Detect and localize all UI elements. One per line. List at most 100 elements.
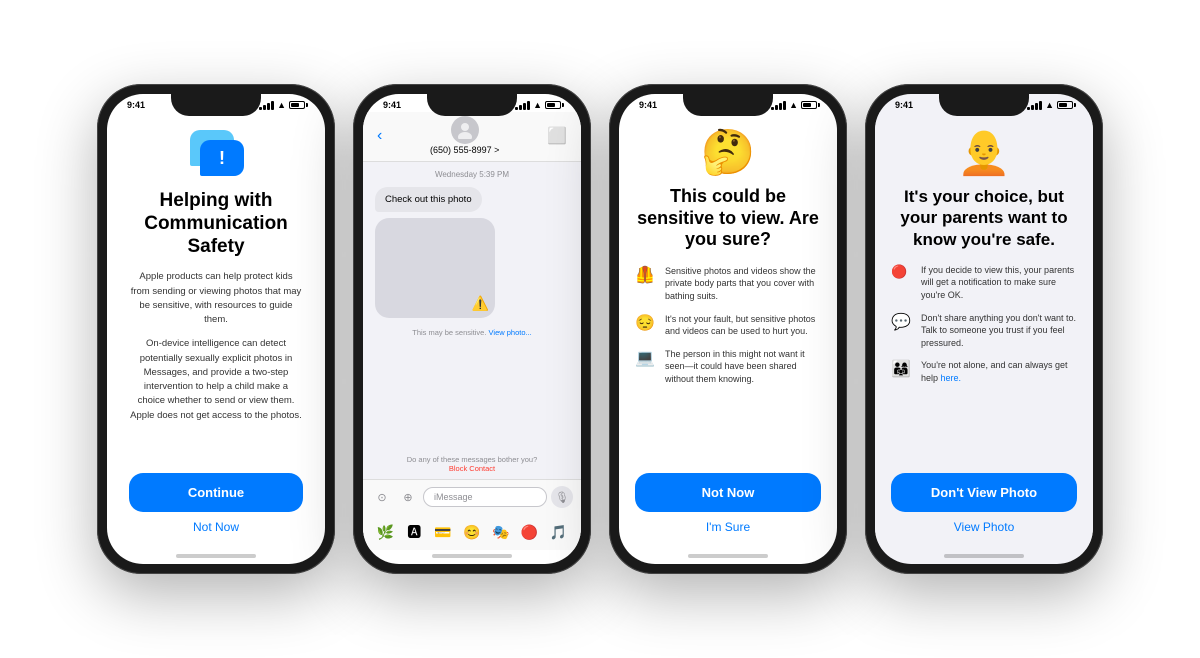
info-item-3: 💻 The person in this might not want it s…: [635, 348, 821, 386]
video-call-icon[interactable]: ⬜: [547, 126, 567, 146]
time-3: 9:41: [639, 100, 657, 110]
not-now-link-1[interactable]: Not Now: [193, 520, 239, 534]
status-right-4: ▲: [1027, 100, 1073, 110]
signal-icon-2: [515, 101, 530, 110]
im-sure-link[interactable]: I'm Sure: [706, 520, 750, 534]
phone-2: 9:41 ▲ ‹: [353, 84, 591, 574]
phone-3-screen: 9:41 ▲ 🤔 This could be sensitive: [619, 94, 837, 564]
signal-icon-3: [771, 101, 786, 110]
app-row: 🌿 🅰 💳 😊 🎭 🔴 🎵: [363, 514, 581, 550]
time-4: 9:41: [895, 100, 913, 110]
image-placeholder: ⚠️: [375, 218, 495, 318]
info-emoji-3: 💻: [635, 348, 657, 368]
message-input-bar: ⊙ ⊕ iMessage 🎙: [363, 479, 581, 514]
notch-1: [171, 94, 261, 116]
music-icon[interactable]: 🎵: [545, 519, 571, 545]
sensitive-notice: This may be sensitive. View photo...: [375, 324, 569, 341]
block-notice-text: Do any of these messages bother you?: [407, 455, 538, 464]
camera-icon[interactable]: ⊙: [371, 486, 393, 508]
phone-4: 9:41 ▲ 🧑‍🦲 It's your choice, bu: [865, 84, 1103, 574]
battery-icon-2: [545, 101, 561, 109]
contact-avatar: [451, 116, 479, 144]
here-link[interactable]: here.: [941, 373, 962, 383]
emoji2-icon[interactable]: 🎭: [488, 519, 514, 545]
phone4-info-emoji-1: 🔴: [891, 264, 913, 280]
phone-3: 9:41 ▲ 🤔 This could be sensitive: [609, 84, 847, 574]
phone4-info-text-3: You're not alone, and can always get hel…: [921, 359, 1077, 384]
messages-body: Wednesday 5:39 PM Check out this photo ⚠…: [363, 162, 581, 449]
phone4-info-emoji-3: 👨‍👩‍👧: [891, 359, 913, 379]
thinking-emoji: 🤔: [701, 126, 756, 178]
wifi-icon-3: ▲: [789, 100, 798, 110]
phone-1-screen: 9:41 ▲: [107, 94, 325, 564]
notch-3: [683, 94, 773, 116]
phone4-info-item-2: 💬 Don't share anything you don't want to…: [891, 312, 1077, 350]
phone-1-content: ! Helping with Communication Safety Appl…: [107, 112, 325, 550]
info-text-3: The person in this might not want it see…: [665, 348, 821, 386]
phone-4-content: 🧑‍🦲 It's your choice, but your parents w…: [875, 112, 1093, 550]
phone-3-info-list: 🦺 Sensitive photos and videos show the p…: [635, 265, 821, 473]
exclaim-icon: !: [219, 148, 225, 169]
memoji-icon[interactable]: 😊: [459, 519, 485, 545]
wifi-icon-2: ▲: [533, 100, 542, 110]
phone-3-title: This could be sensitive to view. Are you…: [635, 186, 821, 251]
phone-4-title: It's your choice, but your parents want …: [891, 186, 1077, 250]
phone4-info-text-2: Don't share anything you don't want to. …: [921, 312, 1077, 350]
phone4-info-item-1: 🔴 If you decide to view this, your paren…: [891, 264, 1077, 302]
view-photo-link-4[interactable]: View Photo: [954, 520, 1015, 534]
phones-container: 9:41 ▲: [77, 64, 1123, 594]
phone4-info-item-3: 👨‍👩‍👧 You're not alone, and can always g…: [891, 359, 1077, 384]
notch-2: [427, 94, 517, 116]
time-2: 9:41: [383, 100, 401, 110]
disguised-emoji: 🧑‍🦲: [957, 126, 1012, 178]
home-indicator-1: [176, 554, 256, 558]
battery-icon-1: [289, 101, 305, 109]
message-bubble: Check out this photo: [375, 187, 482, 212]
apps-icon[interactable]: ⊕: [397, 486, 419, 508]
view-photo-link[interactable]: View photo...: [489, 328, 532, 337]
appstore-icon[interactable]: 🅰: [401, 519, 427, 545]
not-now-button[interactable]: Not Now: [635, 473, 821, 512]
signal-icon-4: [1027, 101, 1042, 110]
info-text-1: Sensitive photos and videos show the pri…: [665, 265, 821, 303]
battery-icon-4: [1057, 101, 1073, 109]
more-icon[interactable]: 🔴: [517, 519, 543, 545]
contact-number[interactable]: (650) 555-8997 >: [430, 145, 499, 155]
time-1: 9:41: [127, 100, 145, 110]
continue-button[interactable]: Continue: [129, 473, 303, 512]
home-indicator-2: [432, 554, 512, 558]
sensitive-notice-text: This may be sensitive.: [412, 328, 486, 337]
messages-header: ‹ (650) 555-8997 > ⬜: [363, 112, 581, 162]
phone-4-info-list: 🔴 If you decide to view this, your paren…: [891, 264, 1077, 473]
dont-view-button[interactable]: Don't View Photo: [891, 473, 1077, 512]
phone-2-content: ‹ (650) 555-8997 > ⬜ Wednesday 5:39 PM: [363, 112, 581, 550]
message-input[interactable]: iMessage: [423, 487, 547, 507]
phone-1-title: Helping with Communication Safety: [129, 190, 303, 258]
info-item-2: 😔 It's not your fault, but sensitive pho…: [635, 313, 821, 338]
info-item-1: 🦺 Sensitive photos and videos show the p…: [635, 265, 821, 303]
mic-icon[interactable]: 🎙: [551, 486, 573, 508]
battery-icon-3: [801, 101, 817, 109]
back-arrow-icon[interactable]: ‹: [377, 127, 382, 145]
applepay-icon[interactable]: 💳: [430, 519, 456, 545]
status-right-3: ▲: [771, 100, 817, 110]
notch-4: [939, 94, 1029, 116]
status-right-1: ▲: [259, 100, 305, 110]
info-emoji-2: 😔: [635, 313, 657, 333]
home-indicator-3: [688, 554, 768, 558]
phone4-info-text-1: If you decide to view this, your parents…: [921, 264, 1077, 302]
phone-4-screen: 9:41 ▲ 🧑‍🦲 It's your choice, bu: [875, 94, 1093, 564]
date-label: Wednesday 5:39 PM: [375, 170, 569, 179]
block-contact-link[interactable]: Block Contact: [449, 464, 495, 473]
chat-safety-icon: !: [186, 128, 246, 178]
phone-1: 9:41 ▲: [97, 84, 335, 574]
phone-1-desc2: On-device intelligence can detect potent…: [129, 337, 303, 423]
contact-info: (650) 555-8997 >: [430, 116, 499, 155]
chat-bubble-front: !: [200, 140, 244, 176]
phone-2-screen: 9:41 ▲ ‹: [363, 94, 581, 564]
phone-1-desc1: Apple products can help protect kids fro…: [129, 270, 303, 327]
phone-3-content: 🤔 This could be sensitive to view. Are y…: [619, 112, 837, 550]
photos-icon[interactable]: 🌿: [372, 519, 398, 545]
phone4-info-emoji-2: 💬: [891, 312, 913, 332]
info-emoji-1: 🦺: [635, 265, 657, 285]
